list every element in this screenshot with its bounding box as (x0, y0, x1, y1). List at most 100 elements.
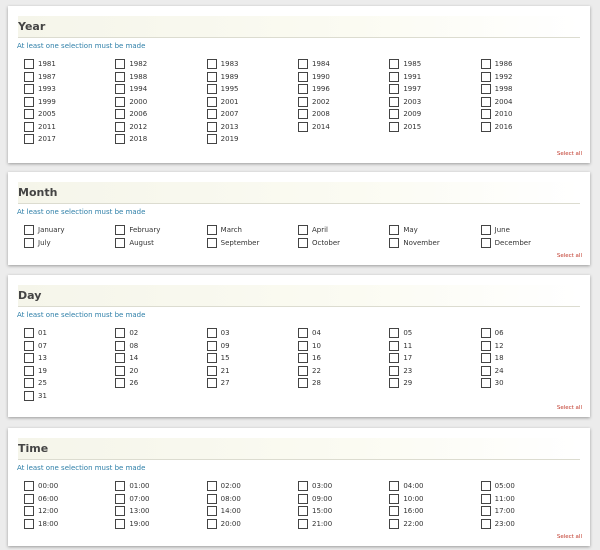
day-checkbox[interactable] (115, 365, 126, 376)
time-option[interactable]: 09:00 (298, 493, 389, 506)
day-option[interactable]: 23 (389, 365, 480, 378)
day-option[interactable]: 25 (24, 377, 115, 390)
time-option[interactable]: 15:00 (298, 505, 389, 518)
year-checkbox[interactable] (389, 109, 400, 120)
day-option[interactable]: 19 (24, 365, 115, 378)
year-option[interactable]: 1984 (298, 58, 389, 71)
time-checkbox[interactable] (115, 506, 126, 517)
year-checkbox[interactable] (298, 121, 308, 132)
day-checkbox[interactable] (480, 340, 491, 351)
year-option[interactable]: 2018 (115, 133, 206, 146)
month-checkbox[interactable] (480, 237, 491, 248)
day-option[interactable]: 11 (389, 340, 480, 353)
day-checkbox[interactable] (480, 365, 491, 376)
year-checkbox[interactable] (480, 84, 491, 95)
day-checkbox[interactable] (298, 328, 308, 339)
day-checkbox[interactable] (480, 353, 491, 364)
year-option[interactable]: 2000 (115, 96, 206, 109)
year-checkbox[interactable] (206, 121, 217, 132)
month-option[interactable]: June (480, 224, 572, 237)
time-option[interactable]: 03:00 (298, 480, 389, 493)
time-option[interactable]: 23:00 (480, 518, 572, 531)
year-checkbox[interactable] (480, 96, 491, 107)
year-checkbox[interactable] (389, 71, 400, 82)
year-checkbox[interactable] (115, 134, 126, 145)
year-checkbox[interactable] (206, 84, 217, 95)
day-option[interactable]: 28 (298, 377, 389, 390)
year-checkbox[interactable] (24, 121, 34, 132)
day-option[interactable]: 15 (206, 352, 298, 365)
day-option[interactable]: 07 (24, 340, 115, 353)
time-checkbox[interactable] (115, 518, 126, 529)
time-option[interactable]: 21:00 (298, 518, 389, 531)
year-option[interactable]: 2016 (480, 121, 572, 134)
month-checkbox[interactable] (206, 237, 217, 248)
day-checkbox[interactable] (115, 328, 126, 339)
year-checkbox[interactable] (298, 96, 308, 107)
year-option[interactable]: 2007 (206, 108, 298, 121)
year-option[interactable]: 1991 (389, 71, 480, 84)
year-checkbox[interactable] (298, 109, 308, 120)
day-option[interactable]: 01 (24, 327, 115, 340)
month-checkbox[interactable] (206, 225, 217, 236)
time-option[interactable]: 14:00 (206, 505, 298, 518)
time-option[interactable]: 12:00 (24, 505, 115, 518)
year-option[interactable]: 1994 (115, 83, 206, 96)
year-checkbox[interactable] (480, 121, 491, 132)
year-checkbox[interactable] (206, 71, 217, 82)
year-checkbox[interactable] (389, 84, 400, 95)
year-option[interactable]: 1995 (206, 83, 298, 96)
day-checkbox[interactable] (24, 340, 34, 351)
month-option[interactable]: October (298, 237, 389, 250)
day-option[interactable]: 27 (206, 377, 298, 390)
year-option[interactable]: 2013 (206, 121, 298, 134)
time-option[interactable]: 07:00 (115, 493, 206, 506)
time-option[interactable]: 06:00 (24, 493, 115, 506)
day-option[interactable]: 08 (115, 340, 206, 353)
year-checkbox[interactable] (24, 134, 34, 145)
day-option[interactable]: 31 (24, 390, 115, 403)
month-checkbox[interactable] (24, 225, 34, 236)
year-option[interactable]: 1989 (206, 71, 298, 84)
day-option[interactable]: 24 (480, 365, 572, 378)
month-checkbox[interactable] (115, 237, 126, 248)
year-option[interactable]: 1999 (24, 96, 115, 109)
time-checkbox[interactable] (480, 506, 491, 517)
year-option[interactable]: 1982 (115, 58, 206, 71)
month-checkbox[interactable] (24, 237, 34, 248)
day-checkbox[interactable] (24, 353, 34, 364)
year-checkbox[interactable] (24, 109, 34, 120)
month-checkbox[interactable] (298, 237, 308, 248)
year-option[interactable]: 2011 (24, 121, 115, 134)
month-checkbox[interactable] (298, 225, 308, 236)
year-checkbox[interactable] (24, 96, 34, 107)
day-checkbox[interactable] (298, 340, 308, 351)
year-option[interactable]: 2010 (480, 108, 572, 121)
day-option[interactable]: 10 (298, 340, 389, 353)
time-option[interactable]: 02:00 (206, 480, 298, 493)
time-checkbox[interactable] (298, 518, 308, 529)
year-option[interactable]: 2002 (298, 96, 389, 109)
time-checkbox[interactable] (480, 518, 491, 529)
year-checkbox[interactable] (480, 71, 491, 82)
time-checkbox[interactable] (298, 506, 308, 517)
year-checkbox[interactable] (206, 109, 217, 120)
year-checkbox[interactable] (115, 59, 126, 70)
month-option[interactable]: December (480, 237, 572, 250)
day-option[interactable]: 12 (480, 340, 572, 353)
day-checkbox[interactable] (24, 378, 34, 389)
year-option[interactable]: 2014 (298, 121, 389, 134)
time-option[interactable]: 05:00 (480, 480, 572, 493)
year-option[interactable]: 1985 (389, 58, 480, 71)
time-checkbox[interactable] (298, 481, 308, 492)
year-checkbox[interactable] (480, 109, 491, 120)
year-checkbox[interactable] (206, 134, 217, 145)
year-checkbox[interactable] (389, 96, 400, 107)
year-option[interactable]: 1987 (24, 71, 115, 84)
day-option[interactable]: 06 (480, 327, 572, 340)
month-option[interactable]: July (24, 237, 115, 250)
day-option[interactable]: 26 (115, 377, 206, 390)
time-option[interactable]: 17:00 (480, 505, 572, 518)
day-checkbox[interactable] (24, 390, 34, 401)
year-checkbox[interactable] (115, 121, 126, 132)
